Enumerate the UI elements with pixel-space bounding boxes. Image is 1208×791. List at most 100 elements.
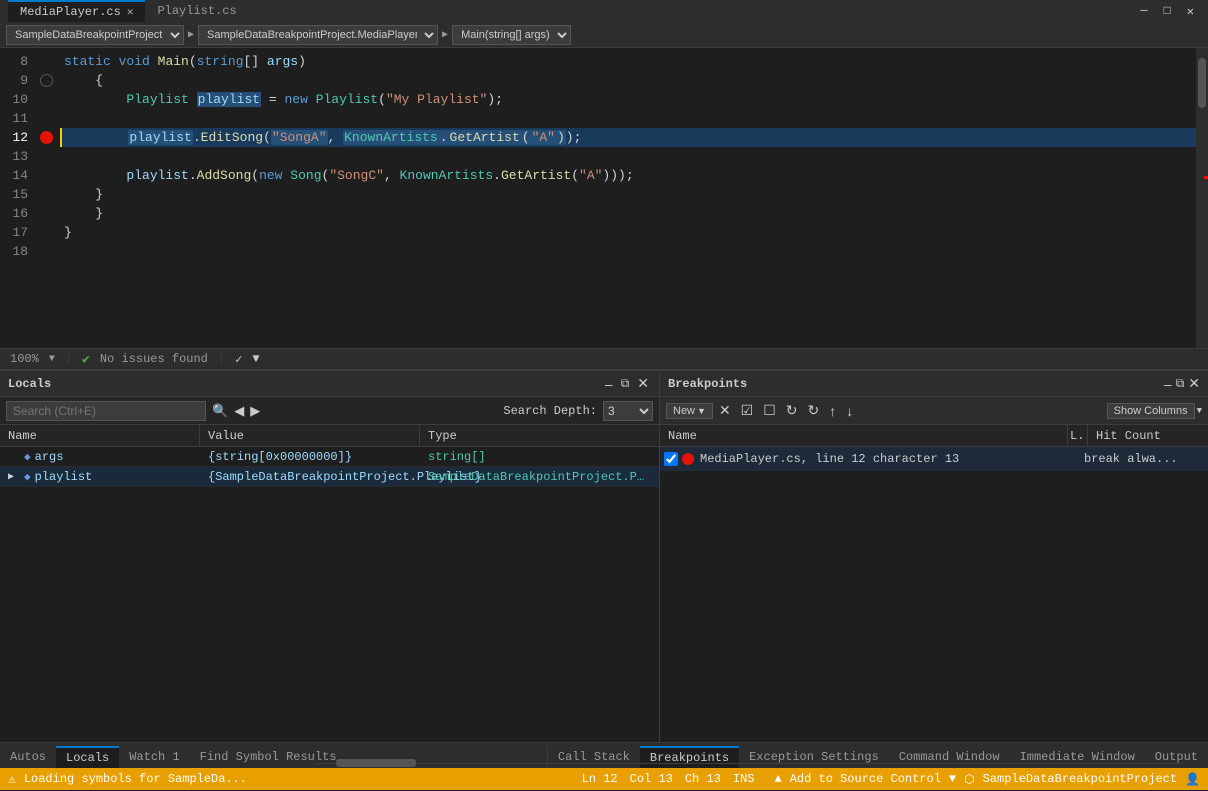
gutter xyxy=(36,48,60,348)
add-to-source-control-label[interactable]: Add to Source Control xyxy=(790,772,941,786)
breakpoints-title: Breakpoints xyxy=(668,377,747,391)
ch-label: Ch 13 xyxy=(685,772,721,786)
locals-search-bar: 🔍 ◀ ▶ Search Depth: 3 xyxy=(0,397,659,425)
expand-arrow-playlist[interactable]: ▶ xyxy=(8,471,20,483)
td-name: ◆ args xyxy=(0,450,200,464)
bp-delete-btn[interactable]: ✕ xyxy=(715,400,735,421)
bp-row[interactable]: MediaPlayer.cs, line 12 character 13 bre… xyxy=(660,447,1208,471)
window-minimize[interactable]: ─ xyxy=(1134,4,1153,18)
code-line-12: playlist.EditSong("SongA", KnownArtists.… xyxy=(60,128,1196,147)
bp-checkbox[interactable] xyxy=(664,452,678,466)
search-fwd-btn[interactable]: ▶ xyxy=(250,403,260,419)
search-icon-btn[interactable]: 🔍 xyxy=(212,403,228,419)
bp-nav-btn[interactable]: ↻ xyxy=(804,400,824,421)
up-arrow-icon: ▲ xyxy=(774,772,781,786)
bp-th-hitcount: Hit Count xyxy=(1088,425,1208,446)
code-line-16: } xyxy=(60,204,1196,223)
bottom-panels: Locals – ⧉ ✕ 🔍 ◀ ▶ Search Depth: 3 Name … xyxy=(0,370,1208,742)
window-maximize[interactable]: □ xyxy=(1158,4,1177,18)
code-line-8: static void Main(string[] args) xyxy=(60,52,1196,71)
var-name-args: args xyxy=(35,450,64,464)
td-type: SampleDataBreakpointProject.Pla... xyxy=(420,470,659,484)
dropdown-icon[interactable]: ▼ xyxy=(252,352,259,366)
bp-show-columns-btn[interactable]: Show Columns xyxy=(1107,403,1195,419)
source-control-icon: ⬡ xyxy=(964,772,974,787)
code-line-13 xyxy=(60,147,1196,166)
locals-collapse-btn[interactable]: – xyxy=(603,376,615,392)
toolbar-arrow-right2: ▶ xyxy=(442,29,448,41)
line-numbers: 8 9 10 11 12 13 14 15 16 17 18 xyxy=(0,48,36,348)
col-label: Col 13 xyxy=(630,772,673,786)
locals-search-input[interactable] xyxy=(6,401,206,421)
bp-toolbar: New ▼ ✕ ☑ ☐ ↻ ↻ ↑ ↓ Show Columns ▼ xyxy=(660,397,1208,425)
loading-label: Loading symbols for SampleDa... xyxy=(24,772,247,786)
down-arrow-icon: ▼ xyxy=(949,772,956,786)
var-icon: ◆ xyxy=(24,450,31,464)
tab-playlist-label: Playlist.cs xyxy=(157,4,236,18)
tab-autos[interactable]: Autos xyxy=(0,746,56,768)
check-icon: ✔ xyxy=(82,352,90,367)
method-select[interactable]: Main(string[] args) xyxy=(452,25,571,45)
bp-import-btn[interactable]: ↓ xyxy=(842,401,857,421)
no-issues-label: No issues found xyxy=(100,352,208,366)
bp-panel-float-btn[interactable]: ⧉ xyxy=(1176,375,1185,392)
var-icon: ◆ xyxy=(24,470,31,484)
bp-th-l: L. xyxy=(1068,425,1088,446)
status-center: Ln 12 Col 13 Ch 13 INS xyxy=(582,772,755,786)
bp-export-btn[interactable]: ↑ xyxy=(825,401,840,421)
locals-table-header: Name Value Type xyxy=(0,425,659,447)
zoom-level[interactable]: 100% xyxy=(10,352,39,366)
locals-panel-controls: – ⧉ ✕ xyxy=(603,375,651,392)
td-value: {SampleDataBreakpointProject.Playlist} xyxy=(200,470,420,484)
bp-panel-collapse-btn[interactable]: – xyxy=(1164,375,1172,392)
code-line-15: } xyxy=(60,185,1196,204)
status-person-icon: 👤 xyxy=(1185,772,1200,787)
locals-panel: Locals – ⧉ ✕ 🔍 ◀ ▶ Search Depth: 3 Name … xyxy=(0,371,660,742)
new-dropdown-arrow[interactable]: ▼ xyxy=(697,406,706,416)
bp-disable-all-btn[interactable]: ☐ xyxy=(759,400,780,421)
tab-watch1[interactable]: Watch 1 xyxy=(119,746,189,768)
zoom-dropdown[interactable]: ▼ xyxy=(49,354,55,365)
search-depth-select[interactable]: 3 xyxy=(603,401,653,421)
code-line-9: { xyxy=(60,71,1196,90)
bp-name-text: MediaPlayer.cs, line 12 character 13 xyxy=(700,452,1064,466)
locals-table-body: ◆ args {string[0x00000000]} string[] ▶ ◆… xyxy=(0,447,659,742)
locals-panel-header: Locals – ⧉ ✕ xyxy=(0,371,659,397)
bp-panel-close-btn[interactable]: ✕ xyxy=(1188,375,1200,392)
bp-table-header: Name L. Hit Count xyxy=(660,425,1208,447)
breakpoints-panel: Breakpoints – ⧉ ✕ New ▼ ✕ ☑ ☐ ↻ ↻ ↑ ↓ Sh… xyxy=(660,371,1208,742)
bp-enable-all-btn[interactable]: ☑ xyxy=(737,400,758,421)
table-row[interactable]: ▶ ◆ playlist {SampleDataBreakpointProjec… xyxy=(0,467,659,487)
td-value: {string[0x00000000]} xyxy=(200,450,420,464)
var-name-playlist: playlist xyxy=(35,470,93,484)
locals-float-btn[interactable]: ⧉ xyxy=(619,376,632,391)
td-type: string[] xyxy=(420,450,659,464)
new-label: New xyxy=(673,405,695,417)
window-close[interactable]: ✕ xyxy=(1181,4,1200,19)
code-line-14: playlist.AddSong(new Song("SongC", Known… xyxy=(60,166,1196,185)
th-name: Name xyxy=(0,425,200,446)
table-row[interactable]: ◆ args {string[0x00000000]} string[] xyxy=(0,447,659,467)
bp-new-btn[interactable]: New ▼ xyxy=(666,403,713,419)
tab-playlist[interactable]: Playlist.cs xyxy=(145,1,248,21)
bp-dot xyxy=(682,453,694,465)
tab-locals[interactable]: Locals xyxy=(56,746,119,768)
checkmark-icon: ✓ xyxy=(235,352,242,367)
code-lines[interactable]: 0 references static void Main(string[] a… xyxy=(60,48,1196,348)
show-columns-dropdown[interactable]: ▼ xyxy=(1197,406,1202,416)
editor-scrollbar[interactable] xyxy=(1196,48,1208,348)
code-editor[interactable]: 8 9 10 11 12 13 14 15 16 17 18 0 referen… xyxy=(0,48,1208,348)
breakpoints-panel-header: Breakpoints – ⧉ ✕ xyxy=(660,371,1208,397)
search-back-btn[interactable]: ◀ xyxy=(234,403,244,419)
code-line-10: Playlist playlist = new Playlist("My Pla… xyxy=(60,90,1196,109)
tab-mediaplayer-label: MediaPlayer.cs xyxy=(20,5,121,19)
code-line-18 xyxy=(60,242,1196,261)
tab-mediaplayer-close[interactable]: ✕ xyxy=(127,5,134,19)
editor-toolbar: SampleDataBreakpointProject ▶ SampleData… xyxy=(0,22,1208,48)
tab-mediaplayer[interactable]: MediaPlayer.cs ✕ xyxy=(8,0,145,22)
project-select[interactable]: SampleDataBreakpointProject xyxy=(6,25,184,45)
status-right: ▲ Add to Source Control ▼ ⬡ SampleDataBr… xyxy=(774,772,1200,787)
locals-close-btn[interactable]: ✕ xyxy=(635,375,651,392)
file-select[interactable]: SampleDataBreakpointProject.MediaPlayer xyxy=(198,25,438,45)
bp-refresh-btn[interactable]: ↻ xyxy=(782,400,802,421)
